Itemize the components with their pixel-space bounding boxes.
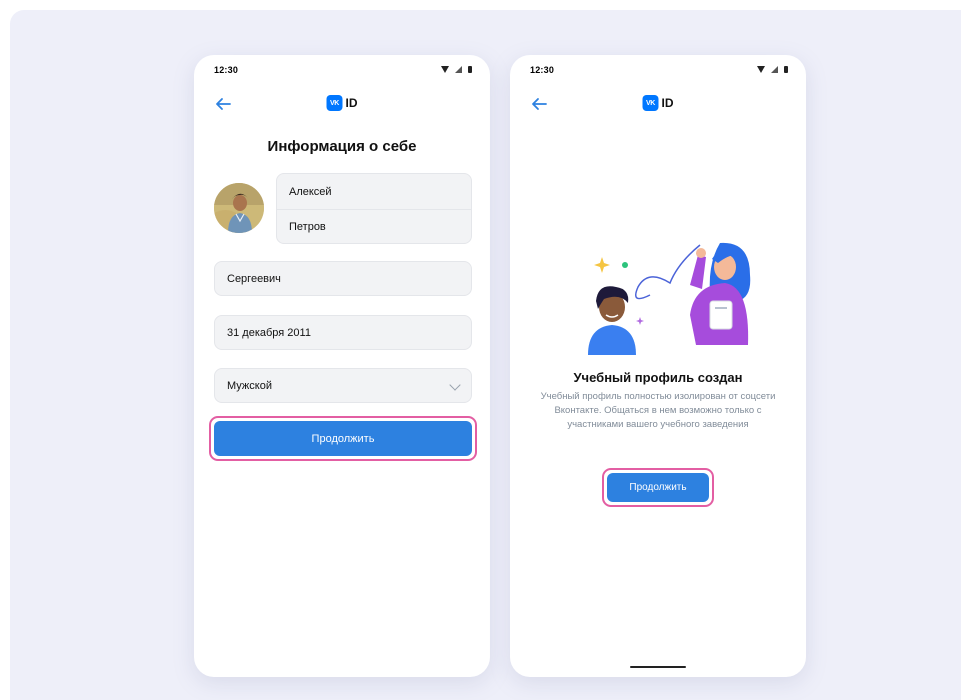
home-indicator[interactable] [630,666,686,668]
name-fields-group: Алексей Петров [276,173,472,244]
first-name-field[interactable]: Алексей [277,174,471,209]
chevron-down-icon [449,379,461,391]
gender-value: Мужской [227,379,272,392]
continue-button[interactable]: Продолжить [607,473,709,502]
continue-button-highlight: Продолжить [602,468,714,507]
background-canvas: 12:30 VK ID Информация о себе Алексей Пе… [10,10,961,700]
phone-screen-profile-info: 12:30 VK ID Информация о себе Алексей Пе… [194,55,490,677]
vk-id-logo: VK ID [642,95,674,111]
success-description: Учебный профиль полностью изолирован от … [540,391,776,430]
status-time: 12:30 [214,65,239,75]
back-arrow-icon[interactable] [530,96,548,112]
back-arrow-icon[interactable] [214,96,232,112]
last-name-field[interactable]: Петров [277,209,471,244]
patronymic-value: Сергеевич [227,272,281,285]
battery-icon [468,66,472,73]
status-icons [441,66,472,73]
vk-id-logo: VK ID [326,95,358,111]
continue-button[interactable]: Продолжить [214,421,472,456]
status-bar: 12:30 [194,55,490,83]
wifi-icon [441,66,449,73]
logo-text: ID [661,96,674,110]
birth-date-field[interactable]: 31 декабря 2011 [214,315,472,350]
signal-icon [771,66,778,73]
nav-bar: VK ID [194,91,490,117]
vk-logo-icon: VK [326,95,343,111]
success-illustration [588,242,751,355]
wifi-icon [757,66,765,73]
status-time: 12:30 [530,65,555,75]
birth-date-value: 31 декабря 2011 [227,326,311,339]
battery-icon [784,66,788,73]
avatar[interactable] [214,183,264,233]
gender-select[interactable]: Мужской [214,368,472,403]
continue-button-highlight: Продолжить [209,416,477,461]
signal-icon [455,66,462,73]
phone-screen-profile-created: 12:30 VK ID Учебный профиль создан Учебн… [510,55,806,677]
logo-text: ID [345,96,358,110]
page-title: Информация о себе [267,138,417,155]
patronymic-field[interactable]: Сергеевич [214,261,472,296]
status-icons [757,66,788,73]
nav-bar: VK ID [510,91,806,117]
status-bar: 12:30 [510,55,806,83]
vk-logo-icon: VK [642,95,659,111]
success-title: Учебный профиль создан [573,370,743,385]
